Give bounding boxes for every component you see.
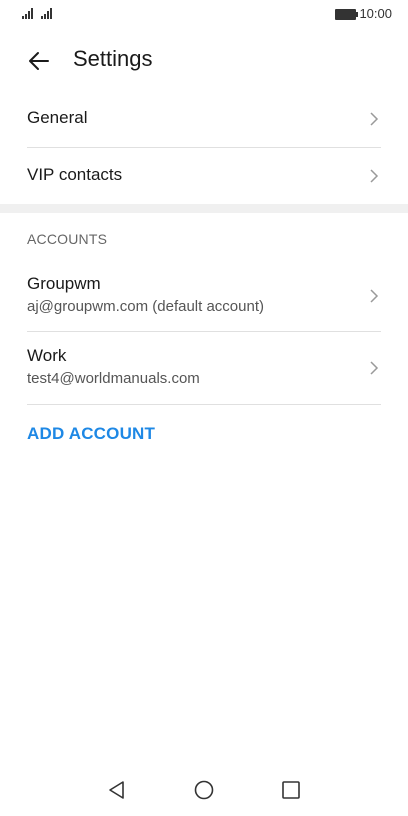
divider xyxy=(27,147,381,148)
nav-home-icon[interactable] xyxy=(192,778,216,802)
menu-item-general[interactable]: General xyxy=(27,108,381,132)
back-button[interactable] xyxy=(26,48,52,74)
divider xyxy=(27,404,381,405)
signal-strength-icon xyxy=(41,8,52,19)
battery-icon xyxy=(335,9,358,20)
account-item-work[interactable]: Work test4@worldmanuals.com xyxy=(27,346,381,394)
nav-recents-icon[interactable] xyxy=(279,778,303,802)
divider xyxy=(27,331,381,332)
section-separator xyxy=(0,204,408,213)
status-bar: 10:00 xyxy=(0,0,408,28)
chevron-right-icon xyxy=(370,112,379,126)
account-name: Groupwm xyxy=(27,274,101,293)
app-header: Settings xyxy=(0,36,408,86)
chevron-right-icon xyxy=(370,361,379,375)
chevron-right-icon xyxy=(370,289,379,303)
system-nav-bar xyxy=(0,766,408,816)
nav-back-icon[interactable] xyxy=(105,778,129,802)
page-title: Settings xyxy=(73,46,153,71)
add-account-button[interactable]: ADD ACCOUNT xyxy=(27,424,155,444)
account-name: Work xyxy=(27,346,67,365)
menu-item-label: VIP contacts xyxy=(27,165,123,184)
section-header-accounts: ACCOUNTS xyxy=(27,231,108,247)
account-email: test4@worldmanuals.com xyxy=(27,370,200,387)
menu-item-label: General xyxy=(27,108,88,127)
arrow-left-icon xyxy=(29,52,49,70)
signal-strength-icon xyxy=(22,8,33,19)
status-time: 10:00 xyxy=(359,6,392,21)
chevron-right-icon xyxy=(370,169,379,183)
account-email: aj@groupwm.com (default account) xyxy=(27,298,264,315)
account-item-groupwm[interactable]: Groupwm aj@groupwm.com (default account) xyxy=(27,274,381,322)
signal-indicators xyxy=(22,8,52,19)
menu-item-vip-contacts[interactable]: VIP contacts xyxy=(27,165,381,189)
